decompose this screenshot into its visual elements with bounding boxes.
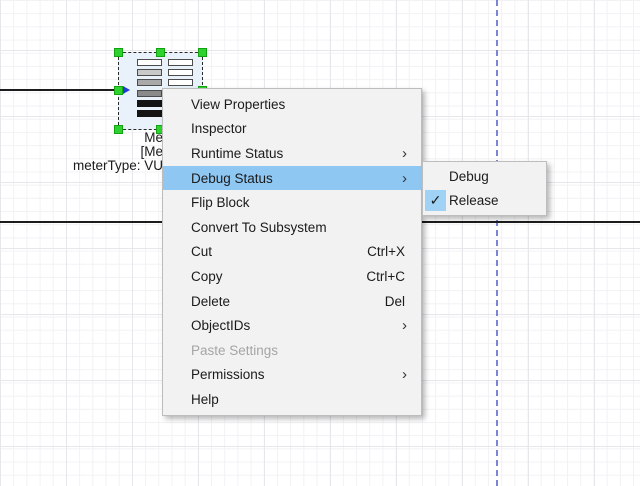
- meter-bar: [137, 69, 162, 76]
- selection-handle[interactable]: [198, 48, 207, 57]
- submenu-chevron-icon: ›: [402, 367, 409, 382]
- checkmark-glyph: ✓: [430, 192, 442, 209]
- meter-bar: [168, 79, 193, 86]
- submenu-chevron-icon: ›: [402, 318, 409, 333]
- menu-item-label: ObjectIDs: [191, 318, 402, 333]
- check-icon: ✓: [425, 190, 446, 211]
- submenu-chevron-icon: ›: [402, 146, 409, 161]
- menu-item-help[interactable]: Help: [163, 387, 421, 412]
- menu-item-runtime-status[interactable]: Runtime Status ›: [163, 141, 421, 166]
- menu-item-label: Cut: [191, 244, 355, 259]
- menu-item-paste-settings: Paste Settings: [163, 338, 421, 363]
- submenu-item-label: Debug: [449, 169, 489, 184]
- submenu-item-label: Release: [449, 193, 499, 208]
- context-menu: View Properties Inspector Runtime Status…: [162, 88, 422, 416]
- menu-item-label: Delete: [191, 294, 373, 309]
- menu-item-shortcut: Ctrl+C: [366, 269, 409, 284]
- submenu-item-debug[interactable]: Debug: [423, 164, 546, 189]
- selection-handle[interactable]: [114, 125, 123, 134]
- meter-bar: [137, 90, 162, 97]
- meter-bar: [137, 110, 162, 117]
- meter-bar: [137, 100, 162, 107]
- menu-item-copy[interactable]: Copy Ctrl+C: [163, 264, 421, 289]
- input-port-arrow: [123, 86, 130, 94]
- menu-item-label: Debug Status: [191, 171, 402, 186]
- menu-item-label: Permissions: [191, 367, 402, 382]
- block-name-line2[interactable]: [Me: [140, 145, 163, 159]
- submenu-chevron-icon: ›: [402, 171, 409, 186]
- menu-item-delete[interactable]: Delete Del: [163, 289, 421, 314]
- menu-item-label: Runtime Status: [191, 146, 402, 161]
- menu-item-label: View Properties: [191, 97, 409, 112]
- menu-item-cut[interactable]: Cut Ctrl+X: [163, 240, 421, 265]
- selection-handle[interactable]: [156, 48, 165, 57]
- selection-handle[interactable]: [114, 48, 123, 57]
- menu-item-label: Flip Block: [191, 195, 409, 210]
- menu-item-label: Paste Settings: [191, 343, 409, 358]
- menu-item-objectids[interactable]: ObjectIDs ›: [163, 313, 421, 338]
- meter-bar: [137, 79, 162, 86]
- menu-item-convert-to-subsystem[interactable]: Convert To Subsystem: [163, 215, 421, 240]
- page-boundary-guide: [496, 0, 498, 486]
- debug-status-submenu: Debug ✓ Release: [422, 161, 547, 216]
- submenu-item-release[interactable]: ✓ Release: [423, 189, 546, 214]
- menu-item-view-properties[interactable]: View Properties: [163, 92, 421, 117]
- meter-bar: [137, 59, 162, 66]
- menu-item-shortcut: Del: [385, 294, 409, 309]
- block-name-line1[interactable]: Me: [144, 131, 163, 145]
- meter-bar: [168, 59, 193, 66]
- menu-item-shortcut: Ctrl+X: [367, 244, 409, 259]
- menu-item-inspector[interactable]: Inspector: [163, 117, 421, 142]
- menu-item-label: Copy: [191, 269, 354, 284]
- menu-item-label: Convert To Subsystem: [191, 220, 409, 235]
- menu-item-permissions[interactable]: Permissions ›: [163, 363, 421, 388]
- selection-handle[interactable]: [114, 86, 123, 95]
- diagram-canvas[interactable]: Me [Me meterType: VU View Properties Ins…: [0, 0, 640, 486]
- input-signal-wire[interactable]: [0, 89, 116, 91]
- menu-item-debug-status[interactable]: Debug Status ›: [163, 166, 421, 191]
- meter-bar: [168, 69, 193, 76]
- menu-item-flip-block[interactable]: Flip Block: [163, 190, 421, 215]
- check-placeholder: [425, 166, 446, 187]
- menu-item-label: Help: [191, 392, 409, 407]
- block-annotation-metertype[interactable]: meterType: VU: [73, 159, 163, 173]
- menu-item-label: Inspector: [191, 121, 409, 136]
